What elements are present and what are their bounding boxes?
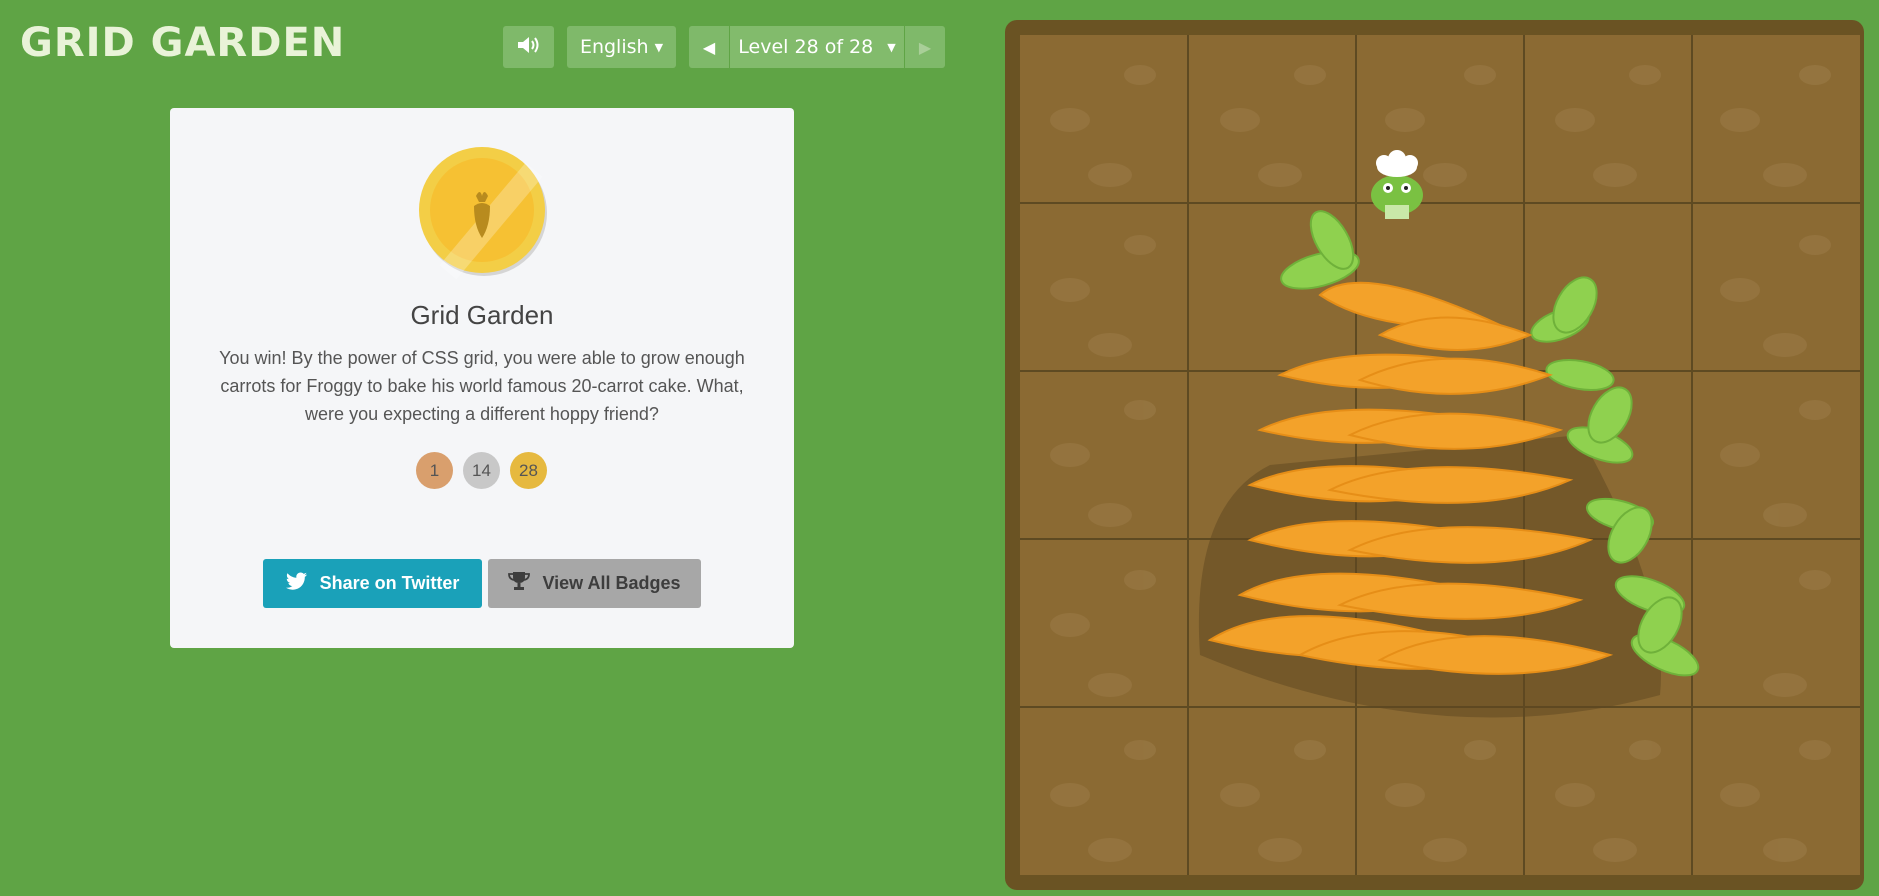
- garden-board: [1005, 20, 1864, 890]
- card-title: Grid Garden: [410, 300, 554, 330]
- carrot-medal-icon: [419, 147, 545, 280]
- garden-grid: [1020, 35, 1860, 875]
- arrow-left-icon: ◀: [702, 37, 716, 57]
- view-all-badges-button[interactable]: View All Badges: [488, 559, 701, 608]
- app-title: GRID GARDEN: [20, 20, 346, 66]
- win-card: Grid Garden You win! By the power of CSS…: [170, 108, 794, 648]
- view-all-badges-label: View All Badges: [542, 573, 681, 593]
- caret-down-icon: ▼: [887, 40, 896, 54]
- arrow-right-icon: ▶: [918, 37, 932, 57]
- language-label: English: [579, 36, 649, 58]
- badge-bronze: 1: [416, 452, 453, 489]
- frog-chef-icon: [1371, 150, 1423, 219]
- language-select[interactable]: English ▼: [567, 26, 676, 68]
- share-twitter-button[interactable]: Share on Twitter: [263, 559, 482, 608]
- sound-toggle-button[interactable]: [503, 26, 554, 68]
- trophy-icon: [508, 571, 531, 596]
- speaker-icon: [516, 35, 542, 60]
- level-navigator: ◀ Level 28 of 28 ▼ ▶: [689, 26, 945, 68]
- share-twitter-label: Share on Twitter: [319, 573, 460, 593]
- next-level-button[interactable]: ▶: [904, 26, 945, 68]
- caret-down-icon: ▼: [654, 40, 664, 54]
- badge-silver: 14: [463, 452, 500, 489]
- badge-list: 1 14 28: [416, 452, 547, 489]
- badge-gold: 28: [510, 452, 547, 489]
- previous-level-button[interactable]: ◀: [689, 26, 730, 68]
- carrot-pile-illustration: [1198, 150, 1700, 718]
- level-select[interactable]: Level 28 of 28 ▼: [730, 26, 904, 68]
- level-label: Level 28 of 28: [738, 36, 874, 58]
- twitter-icon: [285, 572, 308, 595]
- win-message: You win! By the power of CSS grid, you w…: [219, 348, 745, 424]
